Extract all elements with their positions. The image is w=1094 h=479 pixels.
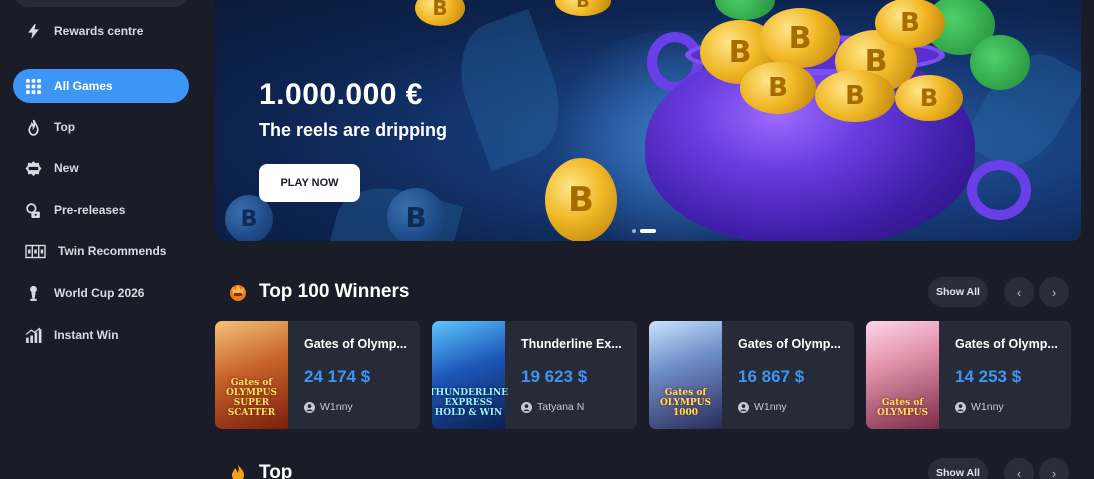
carousel-dot[interactable] (632, 229, 636, 233)
win-amount: 16 867 $ (738, 367, 805, 386)
pre-release-icon (25, 202, 42, 219)
flame-icon (232, 464, 244, 479)
thumbnail-title: Gates of OLYMPUS SUPER SCATTER (225, 378, 278, 419)
sidebar-item-instant-win[interactable]: Instant Win (13, 318, 189, 352)
prev-arrow-button[interactable]: ‹ (1004, 277, 1034, 307)
username: W1nny (320, 401, 353, 413)
sidebar-item-label: Top (54, 120, 76, 134)
coin-image: B (387, 188, 445, 241)
top-section-header: Top (228, 462, 292, 479)
sidebar-item-all-games[interactable]: All Games (13, 69, 189, 103)
winner-user: W1nny (738, 401, 787, 413)
user-icon (955, 401, 966, 413)
play-now-button[interactable]: PLAY NOW (259, 164, 360, 202)
sidebar-item-top[interactable]: Top (13, 110, 189, 144)
game-name: Gates of Olymp... (304, 337, 407, 351)
next-arrow-button[interactable]: › (1039, 277, 1069, 307)
flame-icon (25, 119, 42, 136)
carousel-dot-active[interactable] (640, 229, 656, 233)
sidebar-item-label: All Games (54, 79, 113, 93)
coin-image: B (875, 0, 945, 48)
game-thumbnail: Gates of OLYMPUS SUPER SCATTER (215, 321, 288, 429)
game-name: Gates of Olymp... (738, 337, 841, 351)
user-icon (521, 401, 532, 413)
coin-image: B (760, 8, 840, 68)
game-name: Thunderline Ex... (521, 337, 622, 351)
thumbnail-title: Gates of OLYMPUS 1000 (659, 388, 712, 419)
username: W1nny (971, 401, 1004, 413)
win-amount: 14 253 $ (955, 367, 1022, 386)
sidebar-item-rewards-centre[interactable]: Rewards centre (13, 14, 189, 48)
trophy-icon (25, 285, 42, 302)
game-thumbnail: Gates of OLYMPUS (866, 321, 939, 429)
clover-image (715, 0, 775, 20)
game-thumbnail: THUNDERLINE EXPRESS HOLD & WIN (432, 321, 509, 429)
carousel-dots (632, 229, 656, 233)
section-title: Top (259, 462, 293, 479)
banner-subtitle: The reels are dripping (259, 120, 448, 140)
sidebar-item-world-cup-2026[interactable]: World Cup 2026 (13, 276, 189, 310)
coin-image: B (895, 75, 963, 121)
bar-chart-icon (25, 327, 42, 344)
show-all-button[interactable]: Show All (928, 277, 988, 307)
prev-arrow-button[interactable]: ‹ (1004, 458, 1034, 479)
coin-image: B (740, 62, 816, 114)
sidebar-item-label: Pre-releases (54, 203, 126, 217)
show-all-button[interactable]: Show All (928, 458, 988, 479)
winner-card[interactable]: THUNDERLINE EXPRESS HOLD & WIN Thunderli… (432, 321, 637, 429)
section-title: Top 100 Winners (259, 281, 410, 302)
coin-image: B (545, 158, 617, 241)
sidebar-item-label: Twin Recommends (58, 244, 167, 258)
pot-handle (967, 160, 1031, 220)
user-icon (738, 401, 749, 413)
sidebar-item-label: World Cup 2026 (54, 286, 145, 300)
new-badge-icon (25, 160, 42, 177)
coin-image: B (555, 0, 611, 16)
sidebar-item-label: New (54, 161, 79, 175)
thumbnail-title: Gates of OLYMPUS (876, 398, 929, 419)
username: W1nny (754, 401, 787, 413)
sidebar-item-pre-releases[interactable]: Pre-releases (13, 193, 189, 227)
sidebar-top-button[interactable] (14, 0, 188, 7)
sidebar-item-new[interactable]: New (13, 151, 189, 185)
lightning-icon (25, 23, 42, 40)
game-thumbnail: Gates of OLYMPUS 1000 (649, 321, 722, 429)
win-amount: 24 174 $ (304, 367, 371, 386)
game-name: Gates of Olymp... (955, 337, 1058, 351)
win-amount: 19 623 $ (521, 367, 588, 386)
sidebar-item-label: Rewards centre (54, 24, 144, 38)
winner-card[interactable]: Gates of OLYMPUS 1000 Gates of Olymp... … (649, 321, 854, 429)
sidebar-item-label: Instant Win (54, 328, 119, 342)
coin-image: B (815, 70, 895, 122)
clover-image (970, 35, 1030, 90)
winner-user: W1nny (304, 401, 353, 413)
sidebar: Rewards centre All Games Top New Pre-rel… (0, 0, 202, 479)
banner-title: 1.000.000 € (259, 78, 423, 111)
winners-section-header: Top 100 Winners (228, 281, 409, 303)
username: Tatyana N (537, 401, 585, 413)
winner-card[interactable]: Gates of OLYMPUS SUPER SCATTER Gates of … (215, 321, 420, 429)
user-icon (304, 401, 315, 413)
slot-reels-icon (25, 243, 46, 260)
winners-badge-icon (230, 285, 246, 301)
grid-icon (25, 78, 42, 95)
next-arrow-button[interactable]: › (1039, 458, 1069, 479)
winner-card[interactable]: Gates of OLYMPUS Gates of Olymp... 14 25… (866, 321, 1071, 429)
sidebar-item-twin-recommends[interactable]: Twin Recommends (13, 234, 189, 268)
winner-user: Tatyana N (521, 401, 584, 413)
coin-image: B (415, 0, 465, 26)
winner-user: W1nny (955, 401, 1004, 413)
promo-banner[interactable]: B B B B B B B B B B B B 1.000.000 € The … (215, 0, 1081, 241)
thumbnail-title: THUNDERLINE EXPRESS HOLD & WIN (432, 388, 509, 419)
